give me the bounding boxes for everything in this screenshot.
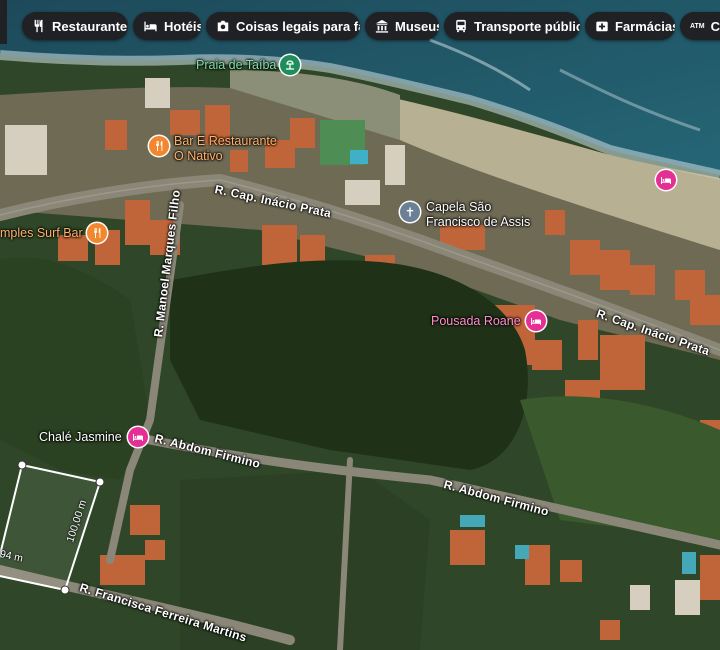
chip-atm[interactable]: ATM Cai [680,12,720,40]
hotel-pin-icon [127,427,148,447]
atm-icon: ATM [690,22,705,30]
poi-label: Capela São [426,200,492,214]
restaurant-pin-icon [149,136,169,156]
side-menu-stub[interactable] [0,0,7,44]
poi-label: Bar E Restaurante [174,134,277,148]
chip-label: Cai [710,18,720,34]
chip-label: Restaurantes [52,18,128,34]
poi-chale[interactable]: Chalé Jasmine [39,427,148,447]
poi-pousada[interactable]: Pousada Roane [431,311,546,331]
poi-bar-restaurant[interactable]: Bar E Restaurante O Nativo [149,134,277,164]
chip-restaurants[interactable]: Restaurantes [22,12,128,40]
measure-vertex[interactable] [17,460,27,470]
camera-icon [216,18,230,34]
museum-icon [375,18,389,34]
hotel-pin-icon [656,170,676,190]
chip-label: Museus [395,18,439,34]
hotel-pin-icon [525,311,546,331]
poi-label: mples Surf Bar [0,225,83,240]
hotel-icon [143,18,158,34]
poi-label: Chalé Jasmine [39,429,122,444]
pharmacy-icon [595,18,609,34]
chip-museums[interactable]: Museus [365,12,439,40]
restaurant-icon [32,18,46,34]
poi-label: O Nativo [174,149,223,163]
chip-label: Transporte público [474,18,580,34]
chip-label: Farmácias [615,18,675,34]
chip-pharmacies[interactable]: Farmácias [585,12,675,40]
beach-icon [280,55,301,75]
chip-label: Hotéis [164,18,201,34]
poi-label: Pousada Roane [431,313,521,328]
measure-vertex[interactable] [60,585,70,595]
poi-label: Praia de Taíba [196,57,277,72]
chip-hotels[interactable]: Hotéis [133,12,201,40]
chip-public-transport[interactable]: Transporte público [444,12,580,40]
poi-label: Francisco de Assis [426,215,531,229]
bus-icon [454,18,468,34]
poi-lodging-unnamed[interactable] [656,170,676,190]
chapel-cross-icon [400,202,420,222]
restaurant-pin-icon [86,223,107,243]
poi-surf-bar[interactable]: mples Surf Bar [0,223,107,243]
chip-label: Coisas legais para fa... [236,18,360,34]
measure-vertex[interactable] [95,477,105,487]
poi-chapel[interactable]: Capela São Francisco de Assis [400,200,530,230]
poi-beach[interactable]: Praia de Taíba [196,55,301,75]
chip-things-to-do[interactable]: Coisas legais para fa... [206,12,360,40]
